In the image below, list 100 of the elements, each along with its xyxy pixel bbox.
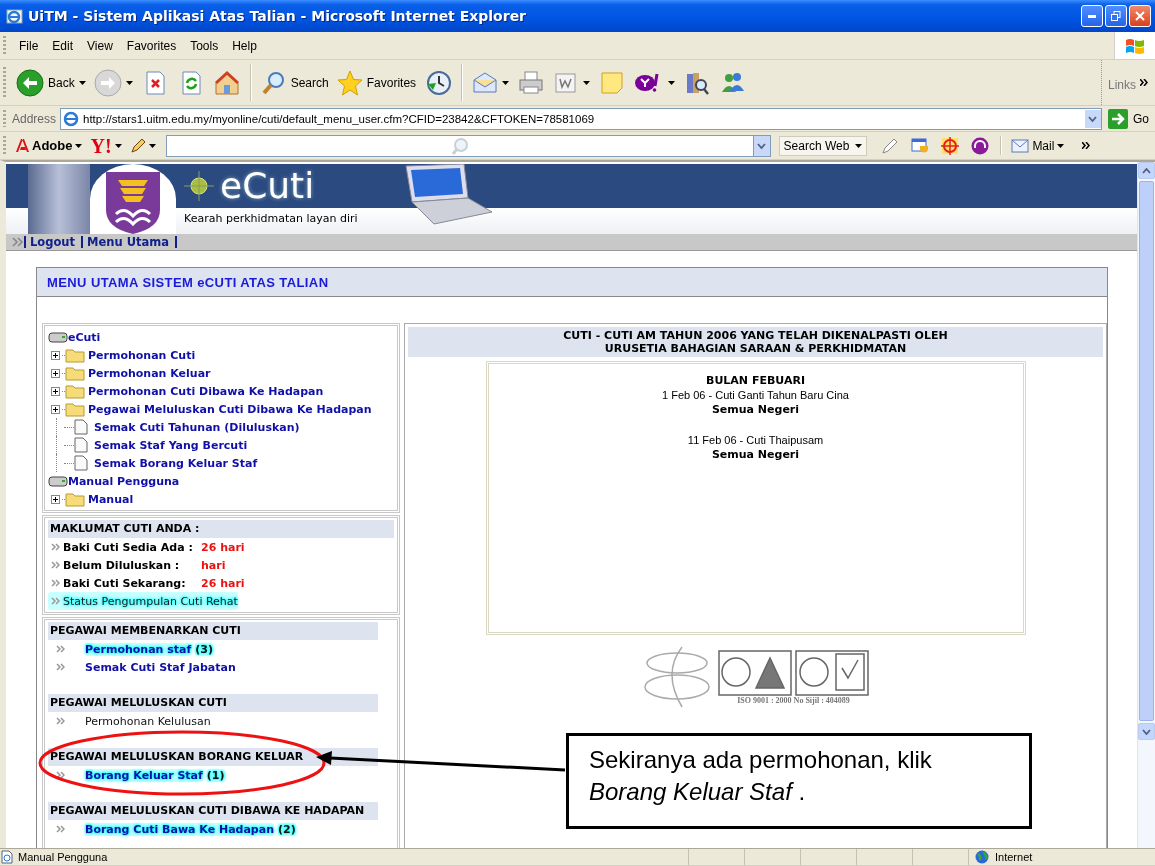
folder-icon bbox=[65, 347, 85, 363]
double-chevron-icon bbox=[56, 663, 65, 671]
tree-item[interactable]: Semak Borang Keluar Staf bbox=[94, 456, 258, 470]
holiday-text: 1 Feb 06 - Cuti Ganti Tahun Baru Cina bbox=[662, 389, 849, 401]
document-icon bbox=[74, 455, 88, 471]
menu-item[interactable]: Tools bbox=[183, 36, 226, 55]
expand-icon[interactable] bbox=[51, 386, 60, 396]
pencil-icon[interactable] bbox=[881, 136, 900, 155]
history-icon[interactable] bbox=[425, 69, 452, 96]
caret-icon bbox=[855, 143, 863, 148]
pencil-icon bbox=[129, 137, 146, 154]
caret-icon bbox=[148, 143, 156, 148]
status-link[interactable]: Status Pengumpulan Cuti Rehat bbox=[48, 592, 238, 610]
favorites-button[interactable]: Favorites bbox=[332, 67, 421, 98]
address-field[interactable]: http://stars1.uitm.edu.my/myonline/cuti/default_menu_user.cfm?CFID=23842&CFTOKEN=78581069 bbox=[60, 107, 1102, 130]
double-chevron-icon bbox=[56, 645, 65, 653]
menu-item[interactable]: File bbox=[12, 36, 46, 55]
expand-icon[interactable] bbox=[51, 350, 60, 360]
field-label: Baki Cuti Sedia Ada : bbox=[63, 540, 194, 554]
section-heading: PEGAWAI MELULUSKAN CUTI bbox=[48, 694, 378, 712]
caret-icon bbox=[125, 80, 133, 85]
expand-icon[interactable] bbox=[51, 404, 60, 414]
photo-placeholder bbox=[28, 164, 90, 234]
search-web-button[interactable]: Search Web bbox=[778, 135, 868, 156]
folder-icon bbox=[65, 491, 85, 507]
tree-item[interactable]: Semak Cuti Tahunan (Diluluskan) bbox=[94, 420, 300, 434]
caret-icon bbox=[502, 80, 510, 85]
search-field[interactable] bbox=[165, 134, 754, 157]
double-chevron-icon bbox=[56, 771, 65, 779]
expand-icon[interactable] bbox=[51, 494, 60, 504]
section-heading: PEGAWAI MELULUSKAN BORANG KELUAR bbox=[48, 748, 378, 766]
nav-link[interactable]: Menu Utama bbox=[81, 236, 177, 248]
double-chevron-icon bbox=[51, 561, 60, 569]
tree-item[interactable]: Permohonan Cuti bbox=[88, 348, 196, 362]
tree-item[interactable]: Manual bbox=[88, 492, 134, 506]
expand-icon[interactable] bbox=[51, 368, 60, 378]
envelope-icon bbox=[1011, 138, 1030, 153]
links-button[interactable]: Links bbox=[1101, 60, 1155, 105]
go-button[interactable]: Go bbox=[1108, 108, 1149, 129]
holiday-scope: Semua Negeri bbox=[711, 403, 800, 416]
window-title: UiTM - Sistem Aplikasi Atas Talian - Microsoft Internet Explorer bbox=[28, 8, 528, 24]
scroll-thumb[interactable] bbox=[1139, 181, 1154, 721]
dropdown-icon[interactable] bbox=[757, 142, 767, 149]
tree-item[interactable]: Semak Staf Yang Bercuti bbox=[94, 438, 248, 452]
callout-text: Sekiranya ada permohonan, klik Borang Keluar Staf . bbox=[566, 733, 1032, 829]
tree-item[interactable]: eCuti bbox=[68, 330, 101, 344]
caret-icon bbox=[668, 80, 676, 85]
caret-icon bbox=[1057, 143, 1065, 148]
panel-heading: CUTI - CUTI AM TAHUN 2006 YANG TELAH DIKENALPASTI OLEH bbox=[563, 329, 948, 342]
double-chevron-icon bbox=[56, 825, 65, 833]
page-icon bbox=[0, 850, 14, 864]
menu-item[interactable]: Favorites bbox=[119, 36, 184, 55]
chevron-icon[interactable] bbox=[1140, 79, 1149, 86]
tree-item[interactable]: Permohonan Cuti Dibawa Ke Hadapan bbox=[88, 384, 324, 398]
menu-item[interactable]: Help bbox=[225, 36, 264, 55]
section-heading: PEGAWAI MELULUSKAN CUTI DIBAWA KE HADAPAN bbox=[48, 802, 378, 820]
tree-item[interactable]: Manual Pengguna bbox=[68, 474, 180, 488]
scroll-down-icon[interactable] bbox=[1142, 728, 1151, 735]
double-chevron-icon bbox=[51, 579, 60, 587]
folder-icon bbox=[65, 401, 85, 417]
nav-link[interactable]: Logout bbox=[24, 236, 82, 248]
menu-item[interactable]: Edit bbox=[45, 36, 81, 55]
chevron-icon[interactable] bbox=[1082, 142, 1092, 149]
search-button[interactable]: Search bbox=[256, 67, 333, 98]
restore-button[interactable] bbox=[1105, 5, 1127, 27]
panel-heading: MENU UTAMA SISTEM eCUTI ATAS TALIAN bbox=[37, 268, 1107, 297]
scroll-up-icon[interactable] bbox=[1142, 167, 1151, 174]
printer-icon[interactable] bbox=[518, 69, 545, 96]
tree-item[interactable]: Permohonan Keluar bbox=[88, 366, 211, 380]
mail-button[interactable]: Mail bbox=[1007, 138, 1069, 153]
double-chevron-icon bbox=[51, 597, 60, 605]
menu-item[interactable]: View bbox=[80, 36, 120, 55]
minimize-button[interactable] bbox=[1081, 5, 1103, 27]
drive-icon bbox=[48, 475, 68, 487]
home-icon[interactable] bbox=[213, 69, 240, 96]
field-value: 26 hari bbox=[201, 540, 245, 554]
drive-icon bbox=[48, 331, 68, 343]
popup-blocker-icon[interactable] bbox=[911, 136, 930, 155]
status-text: Manual Pengguna bbox=[18, 851, 109, 863]
target-icon[interactable] bbox=[941, 136, 960, 155]
panel-heading: URUSETIA BAHAGIAN SARAAN & PERKHIDMATAN bbox=[604, 342, 907, 355]
panel-heading: MAKLUMAT CUTI ANDA : bbox=[48, 520, 394, 538]
approval-link[interactable]: Semak Cuti Staf Jabatan bbox=[85, 660, 236, 674]
adobe-button[interactable]: Adobe bbox=[12, 138, 87, 153]
dropdown-icon[interactable] bbox=[1088, 115, 1098, 122]
close-button[interactable] bbox=[1129, 5, 1151, 27]
yahoo-button[interactable]: Y! bbox=[86, 135, 126, 156]
tree-item[interactable]: Pegawai Meluluskan Cuti Dibawa Ke Hadapan bbox=[88, 402, 372, 416]
back-button[interactable]: Back bbox=[12, 66, 90, 99]
globe-icon bbox=[975, 850, 989, 864]
folder-icon bbox=[65, 383, 85, 399]
double-chevron-icon bbox=[56, 717, 65, 725]
crosshair-icon bbox=[184, 171, 214, 201]
double-chevron-icon bbox=[51, 543, 60, 551]
tagline: Kearah perkhidmatan layan diri bbox=[184, 212, 359, 225]
caret-icon bbox=[114, 143, 122, 148]
approval-item: Permohonan Kelulusan bbox=[85, 714, 211, 728]
headphones-icon[interactable] bbox=[971, 136, 990, 155]
folder-icon bbox=[65, 365, 85, 381]
field-label: Baki Cuti Sekarang: bbox=[63, 576, 187, 590]
